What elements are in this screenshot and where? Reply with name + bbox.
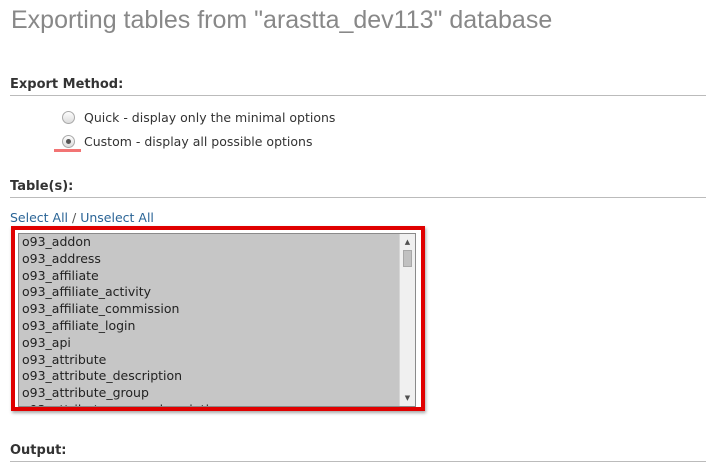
table-list-item[interactable]: o93_attribute_description	[19, 368, 399, 385]
table-list-item[interactable]: o93_affiliate	[19, 268, 399, 285]
scroll-up-icon[interactable]: ▲	[400, 235, 415, 249]
quick-radio-button[interactable]	[62, 111, 75, 124]
tables-heading: Table(s):	[10, 179, 706, 198]
output-heading: Output:	[10, 443, 706, 462]
select-links-separator: /	[68, 210, 81, 225]
table-list-item[interactable]: o93_addon	[19, 234, 399, 251]
page-title: Exporting tables from "arastta_dev113" d…	[11, 6, 553, 34]
custom-option-label: Custom - display all possible options	[84, 134, 313, 149]
quick-export-option[interactable]: Quick - display only the minimal options	[62, 110, 335, 125]
export-method-heading: Export Method:	[10, 77, 706, 96]
table-list-item[interactable]: o93_attribute	[19, 352, 399, 369]
unselect-all-link[interactable]: Unselect All	[80, 210, 154, 225]
table-list-item[interactable]: o93_api	[19, 335, 399, 352]
listbox-scrollbar[interactable]: ▲ ▼	[399, 234, 415, 406]
table-list-item[interactable]: o93_attribute_group	[19, 385, 399, 402]
select-all-link[interactable]: Select All	[10, 210, 68, 225]
scroll-down-icon[interactable]: ▼	[400, 391, 415, 405]
annotation-underline	[54, 149, 81, 152]
custom-radio-button[interactable]	[62, 135, 75, 148]
tables-list: o93_addon o93_address o93_affiliate o93_aff…	[19, 234, 399, 406]
table-list-item[interactable]: o93_address	[19, 251, 399, 268]
table-list-item[interactable]: o93_affiliate_commission	[19, 301, 399, 318]
tables-listbox[interactable]: o93_addon o93_address o93_affiliate o93_aff…	[18, 233, 416, 407]
select-links: Select All / Unselect All	[10, 210, 154, 225]
table-list-item[interactable]: o93_affiliate_login	[19, 318, 399, 335]
table-list-item[interactable]: o93_attribute_group_description	[19, 402, 399, 406]
scrollbar-thumb[interactable]	[403, 250, 412, 267]
table-list-item[interactable]: o93_affiliate_activity	[19, 284, 399, 301]
custom-export-option[interactable]: Custom - display all possible options	[62, 134, 312, 149]
quick-option-label: Quick - display only the minimal options	[84, 110, 336, 125]
